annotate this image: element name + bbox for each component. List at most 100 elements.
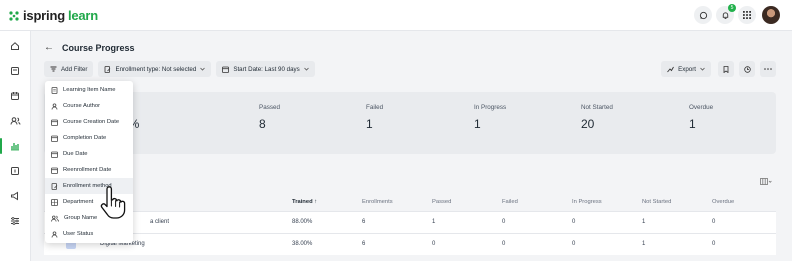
row-in-progress: 0: [572, 241, 576, 247]
row-name[interactable]: a client: [150, 219, 169, 225]
bell-icon: [722, 11, 728, 19]
start-date-filter[interactable]: Start Date: Last 90 days: [216, 61, 315, 77]
row-passed: 0: [432, 241, 436, 247]
filter-option-course-creation-date[interactable]: Course Creation Date: [45, 114, 133, 130]
grid-icon: [743, 11, 751, 19]
bar-chart-icon: [11, 143, 19, 151]
column-header-failed[interactable]: Failed: [502, 199, 518, 205]
row-passed: 1: [432, 219, 436, 225]
stat-failed: Failed 1: [366, 104, 384, 131]
logo-word-ispring: ispring: [23, 8, 65, 23]
column-header-in-progress[interactable]: In Progress: [572, 199, 602, 205]
table-row[interactable]: Digital Marketing 38.00% 6 0 0 0 1 0: [44, 233, 776, 255]
row-in-progress: 0: [572, 219, 576, 225]
stat-passed: Passed 8: [259, 104, 281, 131]
logo-word-learn: learn: [67, 8, 99, 23]
row-failed: 0: [502, 219, 506, 225]
more-icon: [764, 68, 772, 70]
sidebar-item-settings[interactable]: [6, 212, 24, 230]
filter-bar: Add Filter Enrollment type: Not selected…: [44, 61, 320, 77]
chat-button[interactable]: [694, 6, 712, 24]
sidebar-item-content[interactable]: [6, 62, 24, 80]
user-avatar[interactable]: [762, 6, 780, 24]
table-row[interactable]: a client 88.00% 6 1 0 0 1 0: [44, 211, 776, 233]
sidebar-item-announcements[interactable]: [6, 187, 24, 205]
hand-pointer-icon: [100, 186, 126, 219]
group-icon: [51, 215, 59, 222]
more-button[interactable]: [760, 61, 776, 77]
column-header-enrollments[interactable]: Enrollments: [362, 199, 393, 205]
row-enrollments: 6: [362, 219, 366, 225]
back-arrow-icon[interactable]: ←: [44, 42, 54, 53]
row-overdue: 0: [712, 219, 716, 225]
file-edit-icon: [51, 182, 58, 190]
top-bar: ispring learn 5: [0, 0, 792, 31]
page-actions: Export: [661, 61, 776, 77]
sidebar-item-calendar[interactable]: [6, 87, 24, 105]
filter-option-user-status[interactable]: User Status: [45, 226, 133, 242]
sidebar-item-users[interactable]: [6, 112, 24, 130]
row-enrollments: 6: [362, 241, 366, 247]
calendar-icon: [11, 92, 19, 100]
sidebar-item-reports[interactable]: [0, 137, 24, 155]
tasks-icon: [11, 167, 19, 175]
stat-in-progress: In Progress 1: [474, 104, 507, 131]
notifications-button[interactable]: 5: [716, 4, 736, 24]
sort-up-icon: ↑: [314, 199, 318, 205]
apps-button[interactable]: [738, 6, 756, 24]
filter-icon: [50, 66, 57, 72]
share-icon: [667, 66, 675, 72]
bookmark-icon: [723, 65, 729, 73]
department-icon: [51, 198, 58, 206]
filter-option-due-date[interactable]: Due Date: [45, 146, 133, 162]
stat-overdue: Overdue 1: [689, 104, 714, 131]
chevron-down-icon: [200, 67, 206, 71]
megaphone-icon: [11, 191, 18, 201]
stat-not-started: Not Started 20: [581, 104, 613, 131]
stats-summary: ned 5% Passed 8 Failed 1 In Progress 1 N…: [44, 92, 776, 154]
chat-icon: [699, 11, 707, 19]
chevron-down-icon: [303, 67, 309, 71]
filter-option-learning-item-name[interactable]: Learning Item Name: [45, 82, 133, 98]
column-header-passed[interactable]: Passed: [432, 199, 451, 205]
row-failed: 0: [502, 241, 506, 247]
column-header-trained[interactable]: Trained ↑: [292, 199, 317, 205]
calendar-icon: [51, 167, 58, 174]
sidebar-item-home[interactable]: [6, 37, 24, 55]
calendar-icon: [51, 135, 58, 142]
history-button[interactable]: [739, 61, 755, 77]
users-icon: [10, 117, 20, 125]
chevron-down-icon: [700, 67, 705, 71]
columns-icon: [760, 178, 772, 185]
row-overdue: 0: [712, 241, 716, 247]
notification-badge: 5: [728, 4, 736, 12]
calendar-icon: [51, 119, 58, 126]
enrollment-type-filter[interactable]: Enrollment type: Not selected: [98, 61, 212, 77]
column-settings-button[interactable]: [760, 178, 772, 187]
logo-mark-icon: [9, 10, 19, 21]
add-filter-button[interactable]: Add Filter: [44, 61, 94, 77]
column-header-overdue[interactable]: Overdue: [712, 199, 734, 205]
sliders-icon: [11, 217, 19, 225]
row-trained: 38.00%: [292, 241, 313, 247]
user-icon: [51, 102, 58, 110]
row-not-started: 1: [642, 241, 646, 247]
bookmark-button[interactable]: [718, 61, 734, 77]
row-not-started: 1: [642, 219, 646, 225]
calendar-icon: [222, 66, 230, 73]
content-icon: [11, 67, 19, 75]
filter-option-course-author[interactable]: Course Author: [45, 98, 133, 114]
page-title: Course Progress: [62, 42, 135, 53]
export-button[interactable]: Export: [661, 61, 711, 77]
sidebar: [0, 31, 31, 261]
page-header: ← Course Progress: [44, 42, 135, 53]
clock-icon: [743, 65, 751, 73]
table-header: Trained ↑ Enrollments Passed Failed In P…: [44, 195, 776, 211]
filter-option-reenrollment-date[interactable]: Reenrollment Date: [45, 162, 133, 178]
sidebar-item-tasks[interactable]: [6, 162, 24, 180]
app-logo[interactable]: ispring learn: [8, 8, 98, 23]
file-icon: [51, 86, 58, 94]
filter-option-completion-date[interactable]: Completion Date: [45, 130, 133, 146]
row-trained: 88.00%: [292, 219, 313, 225]
column-header-not-started[interactable]: Not Started: [642, 199, 671, 205]
